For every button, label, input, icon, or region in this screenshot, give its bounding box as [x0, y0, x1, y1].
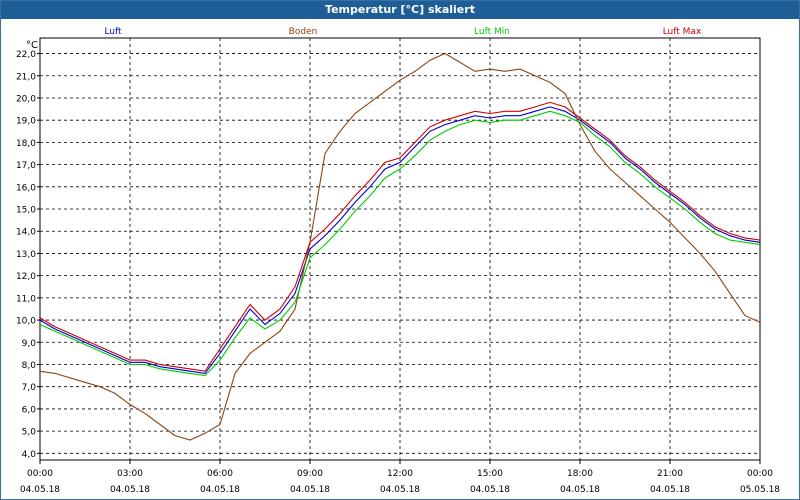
x-tick-date-label: 04.05.18 — [650, 485, 690, 495]
y-tick-label: 6,0 — [22, 405, 37, 415]
y-tick-label: 22,0 — [16, 50, 36, 60]
axes: 4,0 5,0 6,0 7,0 8,0 9,0 10,0 11,0 12,0 13,0 14,0 15… — [16, 40, 780, 495]
y-tick-label: 11,0 — [16, 294, 36, 304]
x-tick-time-label: 18:00 — [567, 469, 593, 479]
y-tick-label: 7,0 — [22, 383, 37, 393]
y-tick-label: 5,0 — [22, 428, 37, 438]
y-tick-label: 18,0 — [16, 139, 36, 149]
x-tick-date-label: 04.05.18 — [110, 485, 150, 495]
legend-label-luft: Luft — [104, 27, 122, 37]
y-tick-label: 17,0 — [16, 161, 36, 171]
y-tick-label: 4,0 — [22, 450, 37, 460]
x-tick-date-label: 04.05.18 — [200, 485, 240, 495]
y-tick-label: 8,0 — [22, 361, 37, 371]
x-tick-date-label: 04.05.18 — [470, 485, 510, 495]
chart-canvas: 4,0 5,0 6,0 7,0 8,0 9,0 10,0 11,0 12,0 13,0 14,0 15… — [16, 27, 780, 495]
x-tick-date-label: 04.05.18 — [560, 485, 600, 495]
x-tick-time-label: 21:00 — [657, 469, 683, 479]
y-tick-label: 10,0 — [16, 317, 36, 327]
x-tick-time-label: 09:00 — [297, 469, 323, 479]
x-tick-time-label: 06:00 — [207, 469, 233, 479]
y-tick-label: 21,0 — [16, 72, 36, 82]
y-tick-label: 13,0 — [16, 250, 36, 260]
x-tick-date-label: 04.05.18 — [20, 485, 60, 495]
grid — [39, 37, 761, 461]
x-tick-time-label: 12:00 — [387, 469, 413, 479]
y-tick-label: 15,0 — [16, 206, 36, 216]
legend: Luft Boden Luft Min Luft Max — [104, 27, 702, 37]
legend-label-luft-max: Luft Max — [663, 27, 702, 37]
x-tick-time-label: 00:00 — [27, 469, 53, 479]
x-tick-time-label: 15:00 — [477, 469, 503, 479]
legend-label-boden: Boden — [289, 27, 318, 37]
y-tick-label: 20,0 — [16, 94, 36, 104]
y-tick-label: 16,0 — [16, 183, 36, 193]
x-tick-time-label: 03:00 — [117, 469, 143, 479]
x-tick-time-label: 00:00 — [747, 469, 773, 479]
legend-label-luft-min: Luft Min — [474, 27, 510, 37]
x-tick-date-label: 05.05.18 — [740, 485, 780, 495]
y-tick-label: 19,0 — [16, 117, 36, 127]
x-tick-date-label: 04.05.18 — [380, 485, 420, 495]
x-tick-date-label: 04.05.18 — [290, 485, 330, 495]
y-tick-label: 9,0 — [22, 339, 37, 349]
y-tick-label: 12,0 — [16, 272, 36, 282]
y-axis-unit-label: °C — [26, 40, 38, 51]
y-tick-label: 14,0 — [16, 228, 36, 238]
